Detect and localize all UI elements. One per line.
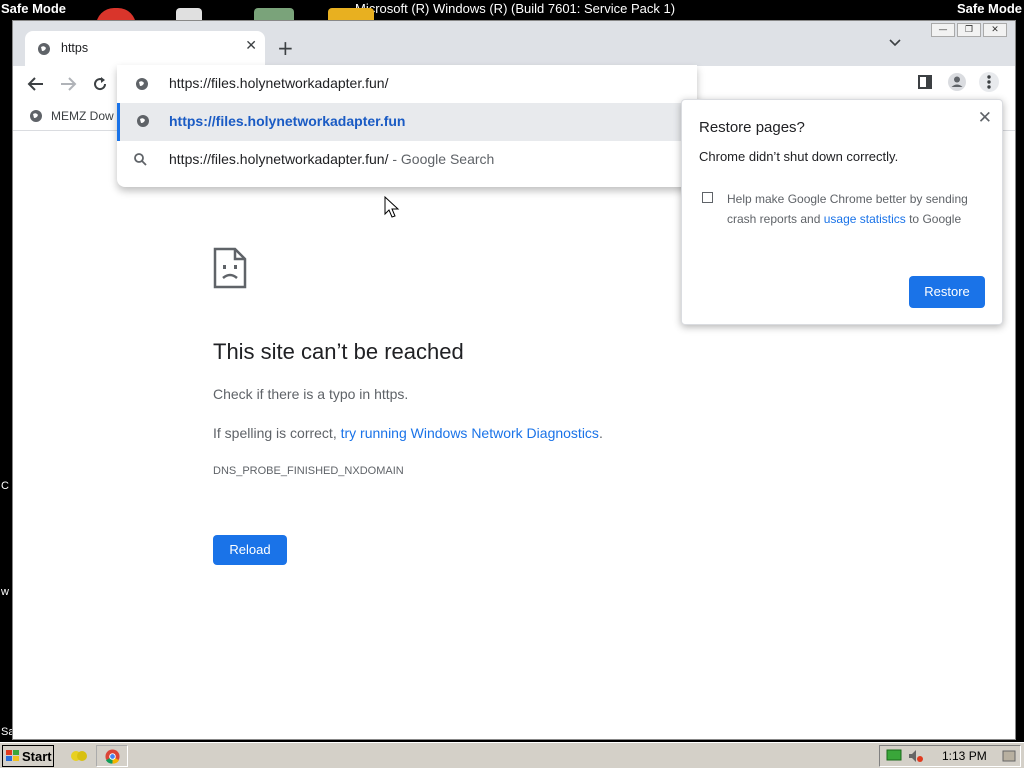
windows-logo-icon bbox=[6, 750, 19, 761]
suggestion-search-text: https://files.holynetworkadapter.fun/ - … bbox=[169, 151, 494, 167]
menu-dots-icon[interactable] bbox=[979, 72, 999, 92]
search-query: https://files.holynetworkadapter.fun/ bbox=[169, 151, 389, 167]
restore-dialog-title: Restore pages? bbox=[699, 119, 805, 136]
crash-report-text: Help make Google Chrome better by sendin… bbox=[727, 189, 987, 229]
system-tray: 1:13 PM bbox=[879, 745, 1021, 767]
omnibox-dropdown: https://files.holynetworkadapter.fun/ ht… bbox=[117, 65, 697, 187]
tab-active[interactable]: https ✕ bbox=[25, 31, 265, 66]
side-letter-1: C bbox=[1, 480, 9, 492]
tab-search-chevron-icon[interactable] bbox=[889, 39, 901, 47]
chrome-window: https ✕ + — ❐ ✕ MEMZ Dow This site can’t… bbox=[12, 20, 1016, 740]
window-controls: — ❐ ✕ bbox=[931, 23, 1007, 37]
taskbar-clock[interactable]: 1:13 PM bbox=[942, 749, 987, 763]
profile-avatar-icon[interactable] bbox=[947, 72, 967, 92]
taskbar-chrome-button[interactable] bbox=[96, 745, 128, 767]
bookmark-item[interactable]: MEMZ Dow bbox=[29, 109, 114, 123]
diagnostics-prefix: If spelling is correct, bbox=[213, 425, 341, 441]
mouse-cursor-icon bbox=[384, 196, 400, 218]
network-diagnostics-link[interactable]: try running Windows Network Diagnostics bbox=[341, 425, 599, 441]
side-panel-icon[interactable] bbox=[917, 74, 933, 90]
network-icon[interactable] bbox=[886, 749, 902, 763]
suggestion-url-text: https://files.holynetworkadapter.fun bbox=[169, 113, 406, 129]
crash-report-suffix: to Google bbox=[905, 212, 962, 226]
close-window-button[interactable]: ✕ bbox=[983, 23, 1007, 37]
maximize-button[interactable]: ❐ bbox=[957, 23, 981, 37]
taskbar: Start 1:13 PM bbox=[0, 742, 1024, 768]
crash-report-checkbox[interactable] bbox=[702, 192, 713, 203]
globe-icon bbox=[38, 43, 50, 55]
start-button[interactable]: Start bbox=[2, 745, 54, 767]
suggestion-search[interactable]: https://files.holynetworkadapter.fun/ - … bbox=[117, 141, 697, 179]
tab-strip: https ✕ + — ❐ ✕ bbox=[13, 21, 1015, 66]
suggestion-url[interactable]: https://files.holynetworkadapter.fun bbox=[117, 103, 697, 141]
new-tab-button[interactable]: + bbox=[277, 36, 294, 60]
forward-arrow-icon[interactable] bbox=[59, 75, 77, 93]
address-bar[interactable]: https://files.holynetworkadapter.fun/ bbox=[117, 65, 697, 103]
address-bar-text[interactable]: https://files.holynetworkadapter.fun/ bbox=[169, 75, 388, 91]
globe-icon bbox=[136, 78, 148, 90]
safe-mode-label-left: Safe Mode bbox=[1, 1, 67, 16]
error-title: This site can’t be reached bbox=[213, 339, 464, 364]
reload-icon[interactable] bbox=[91, 75, 109, 93]
bookmark-label: MEMZ Dow bbox=[51, 109, 114, 123]
restore-dialog-subtitle: Chrome didn’t shut down correctly. bbox=[699, 149, 899, 164]
usage-statistics-link[interactable]: usage statistics bbox=[824, 212, 906, 226]
globe-icon bbox=[137, 115, 149, 127]
tab-title: https bbox=[61, 41, 89, 55]
error-code: DNS_PROBE_FINISHED_NXDOMAIN bbox=[213, 465, 404, 477]
diagnostics-suffix: . bbox=[598, 425, 603, 441]
side-letter-2: w bbox=[1, 586, 9, 598]
globe-icon bbox=[30, 110, 42, 122]
back-arrow-icon[interactable] bbox=[27, 75, 45, 93]
windows-build-title: Microsoft (R) Windows (R) (Build 7601: S… bbox=[355, 1, 676, 16]
minimize-button[interactable]: — bbox=[931, 23, 955, 37]
restore-pages-dialog: Restore pages? ✕ Chrome didn’t shut down… bbox=[681, 99, 1003, 325]
safe-mode-label-right: Safe Mode bbox=[956, 1, 1022, 16]
chrome-icon bbox=[105, 749, 120, 764]
close-tab-icon[interactable]: ✕ bbox=[245, 38, 257, 54]
volume-muted-icon[interactable] bbox=[908, 749, 924, 763]
error-message-typo: Check if there is a typo in https. bbox=[213, 386, 409, 402]
search-suffix: - Google Search bbox=[388, 151, 495, 167]
reload-button[interactable]: Reload bbox=[213, 535, 287, 565]
tray-app-icon[interactable] bbox=[1002, 749, 1016, 763]
error-message-diagnostics: If spelling is correct, try running Wind… bbox=[213, 425, 603, 441]
sad-page-icon bbox=[213, 247, 247, 289]
search-icon bbox=[134, 153, 147, 166]
close-dialog-icon[interactable]: ✕ bbox=[978, 108, 992, 128]
restore-button[interactable]: Restore bbox=[909, 276, 985, 308]
start-label: Start bbox=[22, 748, 52, 764]
quick-launch-icon[interactable] bbox=[70, 747, 88, 763]
